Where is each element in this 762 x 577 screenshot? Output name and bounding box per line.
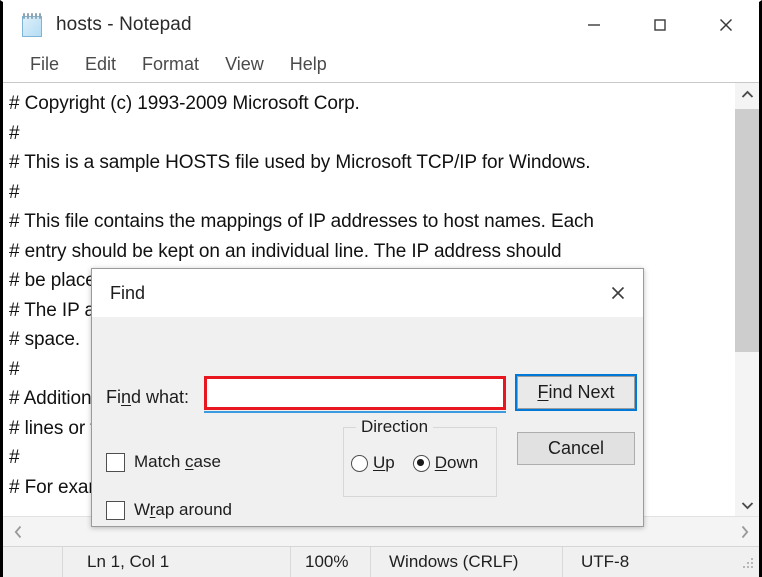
scroll-up-icon[interactable]: [735, 83, 759, 105]
cancel-button[interactable]: Cancel: [517, 432, 635, 465]
notepad-window: hosts - Notepad File Edit Format View He…: [0, 0, 762, 577]
wrap-around-checkbox-icon: [106, 500, 125, 520]
statusbar-encoding-label: UTF-8: [581, 552, 630, 571]
statusbar-encoding: UTF-8: [563, 547, 759, 577]
scroll-right-icon[interactable]: [729, 517, 759, 547]
scroll-left-icon[interactable]: [3, 517, 33, 547]
notepad-icon: [20, 12, 46, 38]
menu-help[interactable]: Help: [277, 52, 340, 77]
find-dialog-body: Find what: Find Next Cancel Direction Up…: [92, 317, 643, 528]
vertical-scrollbar-thumb[interactable]: [735, 109, 759, 352]
radio-up[interactable]: Up: [351, 453, 395, 473]
find-dialog-title: Find: [110, 282, 146, 303]
resize-grip-icon[interactable]: [741, 555, 755, 569]
editor-line: # Copyright (c) 1993-2009 Microsoft Corp…: [9, 93, 360, 114]
find-dialog-close-icon[interactable]: [593, 269, 643, 317]
match-case-label: Match case: [134, 452, 221, 471]
direction-radio-group: Up Down: [351, 453, 478, 473]
find-what-field-wrapper: [204, 376, 506, 413]
maximize-button[interactable]: [627, 2, 693, 47]
editor-line: #: [9, 122, 20, 144]
find-dialog-titlebar: Find: [92, 269, 643, 317]
statusbar-spacer: [3, 546, 63, 577]
menu-format[interactable]: Format: [129, 52, 212, 77]
window-title: hosts - Notepad: [56, 13, 192, 35]
minimize-button[interactable]: [561, 2, 627, 47]
editor-line: # This is a sample HOSTS file used by Mi…: [9, 152, 591, 173]
statusbar-zoom: 100%: [291, 546, 371, 577]
menu-edit[interactable]: Edit: [72, 52, 129, 77]
match-case-checkbox-icon: [106, 452, 125, 472]
find-next-button[interactable]: Find Next: [515, 374, 637, 411]
window-titlebar: hosts - Notepad: [3, 2, 759, 47]
window-controls: [561, 2, 759, 47]
menubar: File Edit Format View Help: [3, 47, 759, 82]
radio-up-icon: [351, 454, 368, 472]
direction-legend: Direction: [356, 417, 434, 437]
editor-line: # entry should be kept on an individual …: [9, 240, 562, 262]
find-what-label: Find what:: [106, 387, 190, 407]
radio-down-label: Down: [434, 453, 479, 472]
close-button[interactable]: [693, 2, 759, 47]
menu-file[interactable]: File: [17, 52, 72, 77]
radio-down-icon: [412, 454, 430, 472]
scroll-down-icon[interactable]: [735, 494, 759, 516]
direction-groupbox: Direction Up Down: [343, 417, 497, 497]
find-dialog: Find Find what: Find Next Cancel Directi…: [91, 268, 644, 527]
statusbar-line-endings: Windows (CRLF): [371, 546, 563, 577]
vertical-scrollbar[interactable]: [734, 83, 759, 516]
statusbar: Ln 1, Col 1 100% Windows (CRLF) UTF-8: [3, 546, 759, 577]
radio-down[interactable]: Down: [412, 453, 479, 473]
editor-line: #: [9, 181, 20, 203]
find-what-focus-underline: [204, 411, 506, 413]
radio-up-label: Up: [373, 453, 395, 472]
wrap-around-label: Wrap around: [134, 500, 232, 519]
find-what-input[interactable]: [204, 376, 506, 410]
wrap-around-checkbox[interactable]: Wrap around: [106, 500, 232, 520]
statusbar-position: Ln 1, Col 1: [63, 546, 291, 577]
editor-line: # This file contains the mappings of IP …: [9, 211, 594, 232]
match-case-checkbox[interactable]: Match case: [106, 452, 221, 472]
menu-view[interactable]: View: [212, 52, 277, 77]
